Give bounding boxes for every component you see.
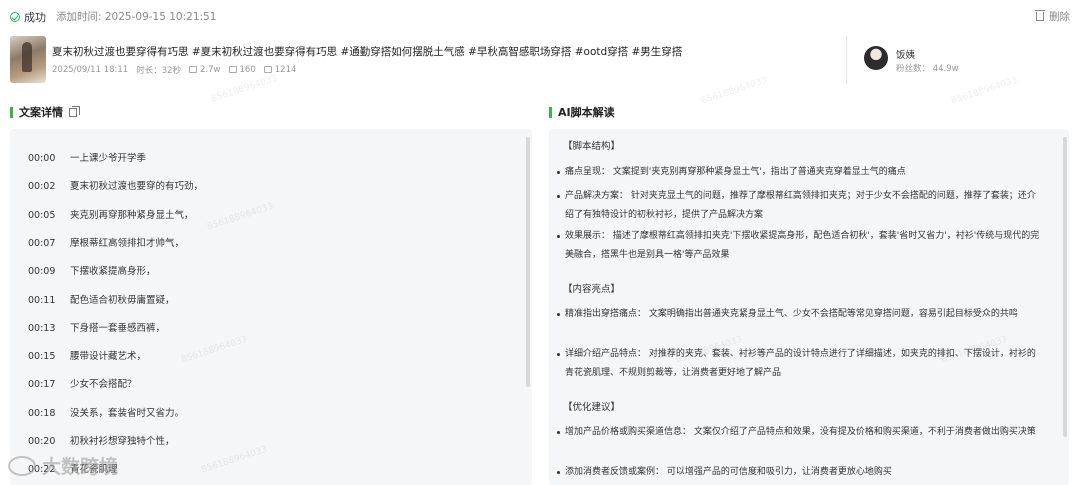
transcript-line: 00:09 下摆收紧提高身形，	[28, 263, 156, 277]
transcript-time: 00:07	[28, 237, 56, 249]
avatar[interactable]	[864, 46, 888, 70]
structure-item: 痛点呈现： 文案提到'夹克别再穿那种紧身显土气'，指出了普通夹克穿着显土气的痛点	[557, 163, 1043, 182]
top-bar: 成功 添加时间: 2025-09-15 10:21:51 删除	[0, 0, 1080, 30]
success-check-icon	[10, 12, 20, 22]
trash-icon	[1035, 10, 1045, 21]
thumb-up-icon	[189, 66, 198, 73]
brand-watermark: 大数跨境	[8, 452, 118, 479]
transcript-text: 一上课少爷开学季	[70, 153, 147, 164]
transcript-text: 下身搭一套垂感西裤，	[70, 322, 166, 334]
transcript-time: 00:11	[28, 294, 56, 306]
ai-analysis-panel[interactable]: 【脚本结构】 痛点呈现： 文案提到'夹克别再穿那种紧身显土气'，指出了普通夹克穿…	[549, 129, 1069, 485]
transcript-line: 00:02 夏末初秋过渡也要穿的有巧劲，	[28, 178, 203, 192]
transcript-line: 00:11 配色适合初秋毋庸置疑，	[28, 292, 175, 306]
transcript-line: 00:05 夹克别再穿那种紧身显土气，	[28, 207, 194, 221]
delete-label: 删除	[1049, 11, 1070, 23]
transcript-text: 夹克别再穿那种紧身显土气，	[70, 209, 194, 221]
transcript-time: 00:18	[28, 407, 56, 419]
transcript-time: 00:02	[28, 181, 56, 193]
video-thumbnail[interactable]	[10, 36, 46, 83]
accent-bar	[10, 106, 13, 118]
transcript-line: 00:17 少女不会搭配？	[28, 376, 137, 390]
transcript-time: 00:13	[28, 322, 56, 334]
video-meta: 2025/09/11 18:11 时长：32秒 2.7w 160 1214	[52, 64, 304, 76]
video-row: 夏末初秋过渡也要穿得有巧思 #夏末初秋过渡也要穿得有巧思 #通勤穿搭如何摆脱土气…	[10, 36, 1070, 86]
transcript-panel[interactable]: 00:00 一上课少爷开学季 00:02 夏末初秋过渡也要穿的有巧劲， 00:05 夹克别…	[10, 129, 532, 485]
brand-logo-icon	[8, 455, 36, 476]
video-date: 2025/09/11 18:11	[52, 65, 129, 75]
comment-icon	[228, 66, 237, 73]
transcript-time: 00:15	[28, 351, 56, 363]
video-duration: 时长：32秒	[136, 66, 182, 76]
status-label: 成功	[24, 11, 46, 24]
transcript-text: 腰带设计藏艺术，	[70, 351, 147, 363]
accent-bar	[549, 106, 552, 118]
scrollbar[interactable]	[526, 137, 530, 387]
likes-stat: 2.7w	[189, 65, 221, 75]
transcript-line: 00:00 一上课少爷开学季	[28, 150, 146, 164]
suggestions-heading: 【优化建议】	[563, 402, 621, 413]
transcript-line: 00:20 初秋衬衫想穿独特个性，	[28, 433, 175, 447]
delete-button[interactable]: 删除	[1035, 9, 1070, 24]
transcript-line: 00:07 摩根蒂红高领排扣才帅气，	[28, 235, 184, 249]
author-fans: 粉丝数： 44.9w	[896, 64, 959, 74]
scrollbar[interactable]	[1063, 137, 1067, 437]
shares-stat: 1214	[263, 65, 296, 75]
transcript-time: 00:09	[28, 266, 56, 278]
transcript-text: 配色适合初秋毋庸置疑，	[70, 294, 175, 306]
author-name[interactable]: 饭姨	[896, 47, 915, 61]
status-badge: 成功	[10, 9, 46, 25]
copy-details-title: 文案详情	[10, 104, 80, 120]
ai-script-title: AI脚本解读	[549, 104, 615, 120]
transcript-time: 00:17	[28, 379, 56, 391]
transcript-time: 00:20	[28, 436, 56, 447]
transcript-text: 初秋衬衫想穿独特个性，	[70, 436, 175, 447]
transcript-time: 00:05	[28, 209, 56, 221]
divider	[846, 36, 847, 84]
transcript-text: 下摆收紧提高身形，	[70, 266, 156, 278]
transcript-text: 没关系，套装省时又省力。	[70, 407, 185, 419]
highlight-item: 精准指出穿搭痛点： 文案明确指出普通夹克紧身显土气、少女不会搭配等常见穿搭问题，…	[557, 305, 1043, 324]
share-icon	[263, 66, 272, 73]
suggestion-item: 增加产品价格或购买渠道信息： 文案仅介绍了产品特点和效果，没有提及价格和购买渠道…	[557, 423, 1043, 442]
structure-item: 产品解决方案： 针对夹克显土气的问题，推荐了摩根蒂红高领排扣夹克；对于少女不会搭…	[557, 187, 1043, 225]
copy-icon[interactable]	[69, 105, 80, 117]
highlights-heading: 【内容亮点】	[563, 284, 621, 295]
structure-item: 效果展示： 描述了摩根蒂红高领排扣夹克'下摆收紧提高身形，配色适合初秋'，套装'…	[557, 227, 1043, 265]
transcript-text: 摩根蒂红高领排扣才帅气，	[70, 237, 185, 249]
transcript-time: 00:00	[28, 153, 56, 164]
transcript-line: 00:15 腰带设计藏艺术，	[28, 348, 146, 362]
suggestion-item: 添加消费者反馈或案例： 可以增强产品的可信度和吸引力，让消费者更放心地购买	[557, 463, 1043, 482]
video-title[interactable]: 夏末初秋过渡也要穿得有巧思 #夏末初秋过渡也要穿得有巧思 #通勤穿搭如何摆脱土气…	[52, 44, 682, 59]
structure-heading: 【脚本结构】	[563, 141, 621, 152]
transcript-text: 夏末初秋过渡也要穿的有巧劲，	[70, 181, 204, 193]
comments-stat: 160	[228, 65, 256, 75]
transcript-line: 00:18 没关系，套装省时又省力。	[28, 405, 184, 419]
transcript-text: 少女不会搭配？	[70, 379, 137, 391]
transcript-line: 00:13 下身搭一套垂感西裤，	[28, 320, 165, 334]
added-time: 添加时间: 2025-09-15 10:21:51	[56, 11, 217, 23]
